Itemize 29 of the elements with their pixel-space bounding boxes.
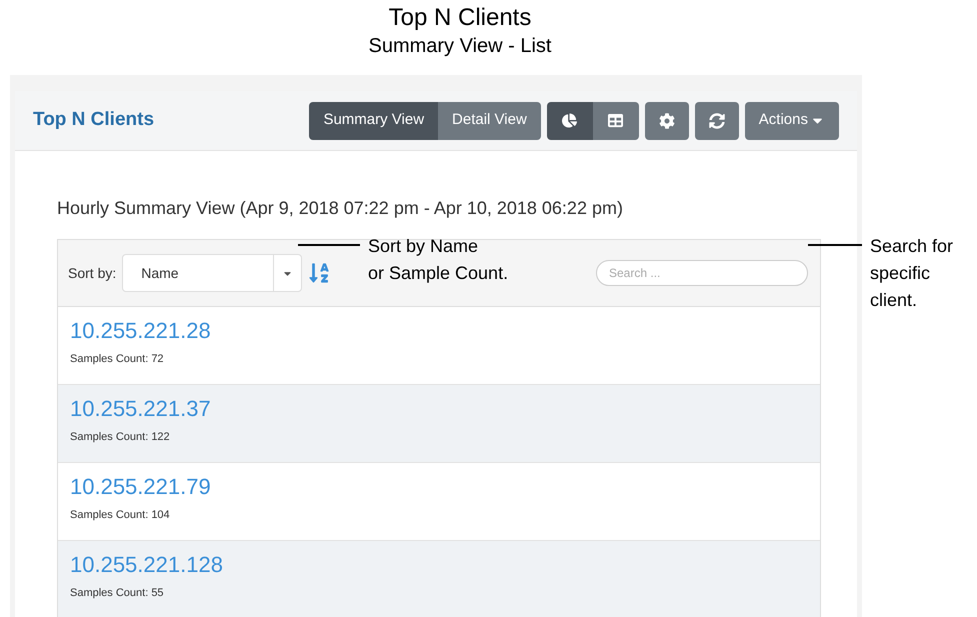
- settings-icon: [658, 112, 675, 128]
- figure-subtitle: Summary View - List: [368, 34, 552, 59]
- callout-text: Search for specific client.: [870, 235, 954, 312]
- sort-order-icon[interactable]: [308, 262, 330, 284]
- sample-count: Samples Count: 72: [70, 352, 165, 367]
- sort-dropdown[interactable]: Name: [122, 254, 302, 292]
- sample-count: Samples Count: 104: [70, 508, 171, 523]
- panel-title: Top N Clients: [33, 108, 154, 132]
- client-row[interactable]: 10.255.221.128 Samples Count: 55: [58, 541, 820, 617]
- figure-title: Top N Clients: [388, 3, 532, 33]
- summary-heading: Hourly Summary View (Apr 9, 2018 07:22 pm - Apr 10, 2018 06:22 pm): [57, 197, 624, 220]
- sample-count: Samples Count: 55: [70, 586, 165, 601]
- display-toggle[interactable]: [592, 102, 639, 140]
- search-field[interactable]: Search ...: [596, 260, 808, 286]
- pie-chart-icon: [562, 113, 578, 128]
- leader-line: [808, 244, 862, 246]
- sort-label: Sort by:: [68, 264, 116, 283]
- table-icon: [608, 113, 624, 128]
- view-tab[interactable]: Summary View: [309, 102, 438, 140]
- settings-button[interactable]: [644, 102, 689, 140]
- view-tab[interactable]: Detail View: [438, 102, 541, 140]
- refresh-button[interactable]: [694, 102, 739, 140]
- sample-count: Samples Count: 122: [70, 430, 171, 445]
- callout-text: Sort by Name or Sample Count.: [368, 235, 508, 285]
- leader-line: [298, 244, 360, 246]
- client-row[interactable]: 10.255.221.37 Samples Count: 122: [58, 385, 820, 463]
- display-toggle[interactable]: [546, 102, 593, 140]
- refresh-icon: [708, 112, 725, 128]
- actions-button[interactable]: Actions: [744, 102, 839, 140]
